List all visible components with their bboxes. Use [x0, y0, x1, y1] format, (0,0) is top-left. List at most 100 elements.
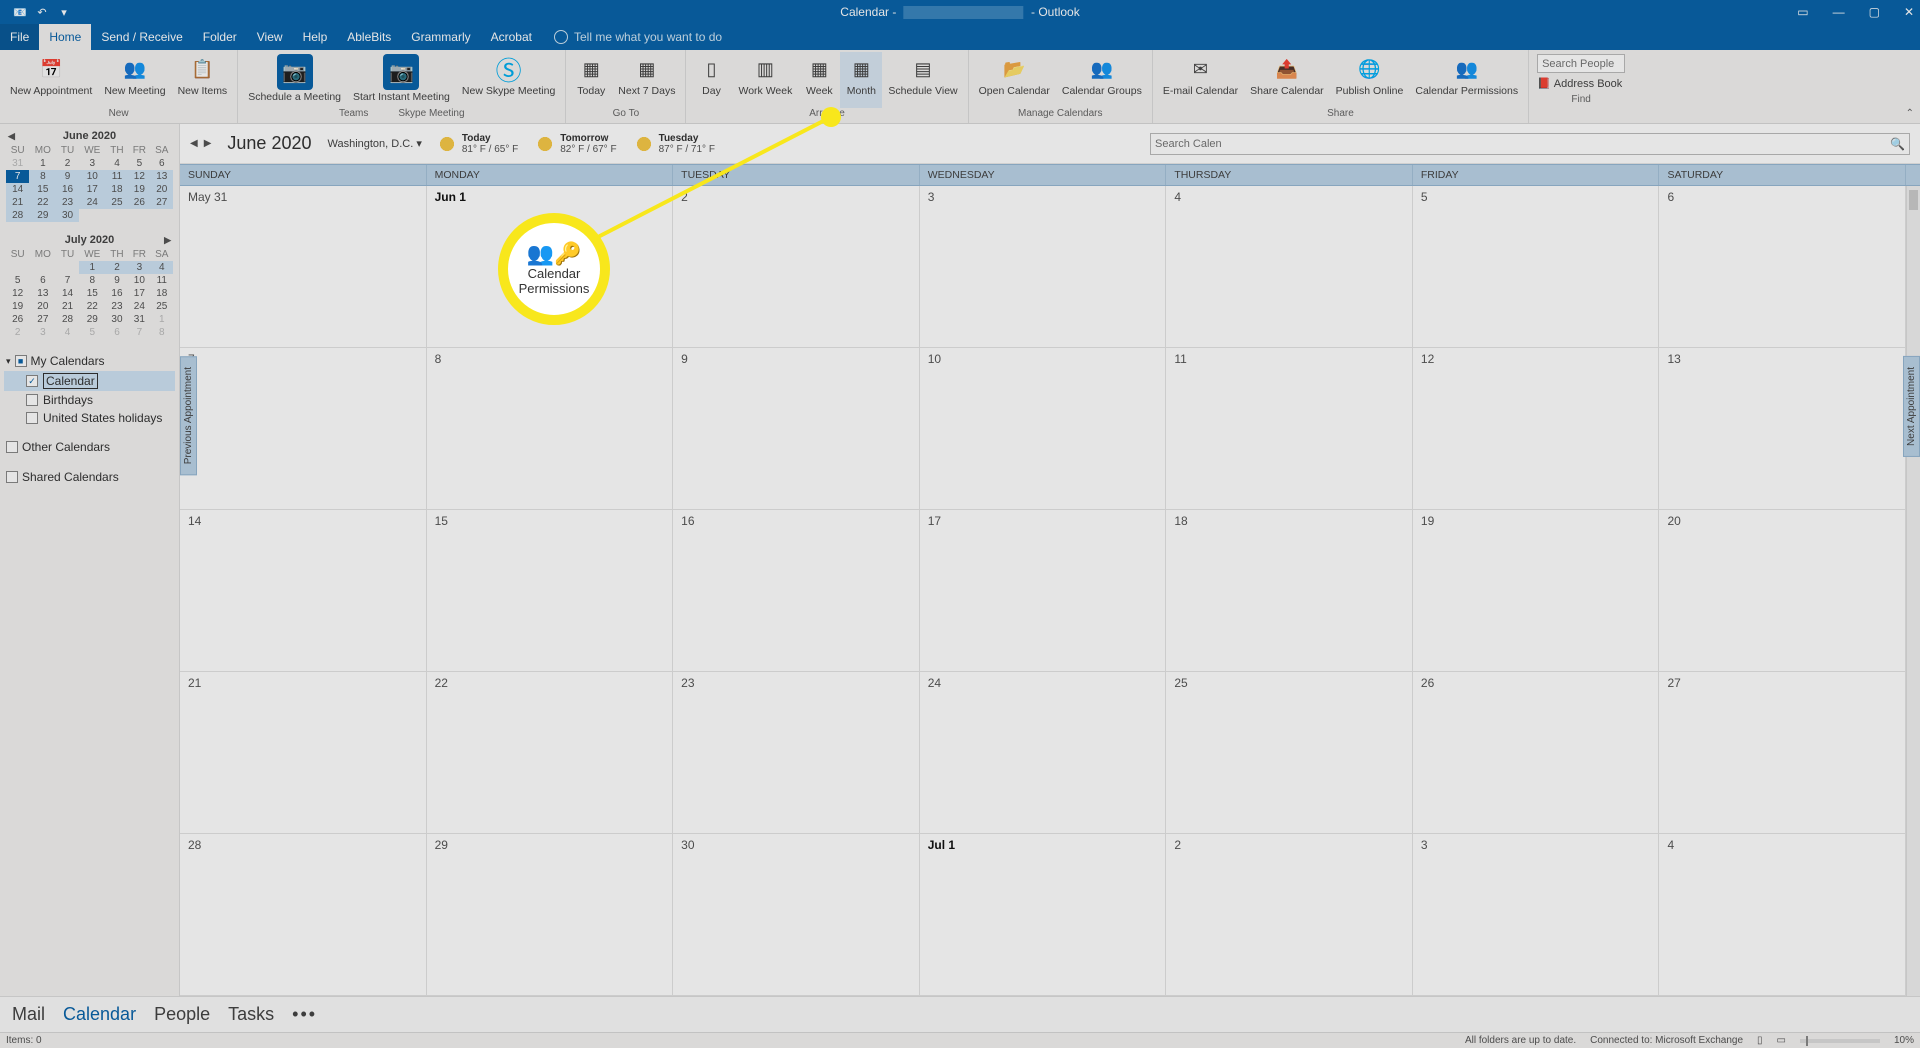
day-cell[interactable]: 4 [1659, 834, 1906, 995]
close-icon[interactable]: ✕ [1904, 5, 1914, 19]
checkbox-icon[interactable] [6, 441, 18, 453]
tab-ablebits[interactable]: AbleBits [337, 24, 401, 50]
customize-qat-icon[interactable]: ▾ [56, 4, 72, 20]
vertical-scrollbar[interactable] [1906, 186, 1920, 996]
open-calendar-button[interactable]: 📂Open Calendar [973, 52, 1056, 108]
day-cell[interactable]: 23 [673, 672, 920, 833]
calendar-search-input[interactable] [1155, 138, 1890, 150]
next-period-button[interactable]: ▶ [204, 138, 212, 149]
tab-acrobat[interactable]: Acrobat [481, 24, 542, 50]
nav-mail[interactable]: Mail [12, 1004, 45, 1025]
email-calendar-button[interactable]: ✉E-mail Calendar [1157, 52, 1244, 108]
next-month-button[interactable]: ▶ [164, 235, 171, 246]
tab-send-receive[interactable]: Send / Receive [91, 24, 192, 50]
month-view-button[interactable]: ▦Month [840, 52, 882, 108]
nav-calendar[interactable]: Calendar [63, 1004, 136, 1025]
checkbox-icon[interactable]: ■ [15, 355, 27, 367]
day-cell[interactable]: 24 [920, 672, 1167, 833]
tab-home[interactable]: Home [39, 24, 91, 50]
calendar-groups-button[interactable]: 👥Calendar Groups [1056, 52, 1148, 108]
day-cell[interactable]: 14 [180, 510, 427, 671]
nav-people[interactable]: People [154, 1004, 210, 1025]
undo-icon[interactable]: ↶ [34, 4, 50, 20]
day-cell[interactable]: 11 [1166, 348, 1413, 509]
minimize-icon[interactable]: — [1833, 5, 1845, 19]
day-cell[interactable]: 27 [1659, 672, 1906, 833]
day-cell[interactable]: 5 [1413, 186, 1660, 347]
day-cell[interactable]: 3 [1413, 834, 1660, 995]
calendar-permissions-button[interactable]: 👥Calendar Permissions [1409, 52, 1524, 108]
day-cell[interactable]: 20 [1659, 510, 1906, 671]
next-appointment-tab[interactable]: Next Appointment [1903, 356, 1920, 457]
search-people-input[interactable] [1537, 54, 1625, 73]
calendar-search[interactable]: 🔍 [1150, 133, 1910, 155]
day-cell[interactable]: 12 [1413, 348, 1660, 509]
us-holidays-item[interactable]: United States holidays [4, 409, 175, 427]
new-skype-meeting-button[interactable]: ⓈNew Skype Meeting [456, 52, 561, 108]
workweek-view-button[interactable]: ▥Work Week [732, 52, 798, 108]
collapse-ribbon-button[interactable]: ⌃ [1906, 108, 1914, 119]
mini-cal-table[interactable]: SUMOTUWETHFRSA31123456789101112131415161… [6, 144, 173, 222]
nav-tasks[interactable]: Tasks [228, 1004, 274, 1025]
calendar-item[interactable]: ✓Calendar [4, 371, 175, 391]
day-cell[interactable]: 21 [180, 672, 427, 833]
day-cell[interactable]: May 31 [180, 186, 427, 347]
new-meeting-button[interactable]: 👥New Meeting [98, 52, 171, 108]
next-7-days-button[interactable]: ▦Next 7 Days [612, 52, 681, 108]
day-cell[interactable]: 26 [1413, 672, 1660, 833]
day-cell[interactable]: 4 [1166, 186, 1413, 347]
day-cell[interactable]: 16 [673, 510, 920, 671]
checkbox-icon[interactable] [26, 394, 38, 406]
tab-grammarly[interactable]: Grammarly [401, 24, 480, 50]
day-cell[interactable]: Jul 1 [920, 834, 1167, 995]
start-instant-meeting-button[interactable]: 📷Start Instant Meeting [347, 52, 456, 108]
ribbon-display-icon[interactable]: ▭ [1797, 5, 1808, 19]
day-view-button[interactable]: ▯Day [690, 52, 732, 108]
checkbox-icon[interactable] [6, 471, 18, 483]
day-cell[interactable]: 7 [180, 348, 427, 509]
day-cell[interactable]: 15 [427, 510, 674, 671]
day-cell[interactable]: 2 [1166, 834, 1413, 995]
day-cell[interactable]: 2 [673, 186, 920, 347]
checkbox-icon[interactable] [26, 412, 38, 424]
prev-period-button[interactable]: ◀ [190, 138, 198, 149]
today-button[interactable]: ▦Today [570, 52, 612, 108]
other-calendars-header[interactable]: Other Calendars [4, 437, 175, 457]
birthdays-item[interactable]: Birthdays [4, 391, 175, 409]
day-cell[interactable]: 22 [427, 672, 674, 833]
new-appointment-button[interactable]: 📅New Appointment [4, 52, 98, 108]
tell-me-search[interactable]: Tell me what you want to do [554, 24, 722, 50]
previous-appointment-tab[interactable]: Previous Appointment [180, 356, 197, 475]
day-cell[interactable]: 19 [1413, 510, 1660, 671]
tab-help[interactable]: Help [293, 24, 338, 50]
prev-month-button[interactable]: ◀ [8, 131, 15, 142]
tab-file[interactable]: File [0, 24, 39, 50]
schedule-meeting-button[interactable]: 📷Schedule a Meeting [242, 52, 347, 108]
tab-view[interactable]: View [247, 24, 293, 50]
address-book-button[interactable]: 📕Address Book [1537, 77, 1625, 90]
week-view-button[interactable]: ▦Week [798, 52, 840, 108]
publish-online-button[interactable]: 🌐Publish Online [1330, 52, 1410, 108]
maximize-icon[interactable]: ▢ [1869, 5, 1880, 19]
shared-calendars-header[interactable]: Shared Calendars [4, 467, 175, 487]
view-reading-icon[interactable]: ▭ [1777, 1035, 1786, 1046]
day-cell[interactable]: 30 [673, 834, 920, 995]
day-cell[interactable]: 25 [1166, 672, 1413, 833]
schedule-view-button[interactable]: ▤Schedule View [882, 52, 963, 108]
day-cell[interactable]: 9 [673, 348, 920, 509]
day-cell[interactable]: 28 [180, 834, 427, 995]
share-calendar-button[interactable]: 📤Share Calendar [1244, 52, 1330, 108]
new-items-button[interactable]: 📋New Items [172, 52, 234, 108]
my-calendars-header[interactable]: ▾■My Calendars [4, 351, 175, 371]
day-cell[interactable]: 29 [427, 834, 674, 995]
checkbox-icon[interactable]: ✓ [26, 375, 38, 387]
day-cell[interactable]: 3 [920, 186, 1167, 347]
day-cell[interactable]: 10 [920, 348, 1167, 509]
day-cell[interactable]: 18 [1166, 510, 1413, 671]
day-cell[interactable]: 13 [1659, 348, 1906, 509]
tab-folder[interactable]: Folder [193, 24, 247, 50]
day-cell[interactable]: 8 [427, 348, 674, 509]
location-picker[interactable]: Washington, D.C. ▾ [327, 137, 421, 150]
day-cell[interactable]: 6 [1659, 186, 1906, 347]
scroll-thumb[interactable] [1909, 190, 1918, 210]
